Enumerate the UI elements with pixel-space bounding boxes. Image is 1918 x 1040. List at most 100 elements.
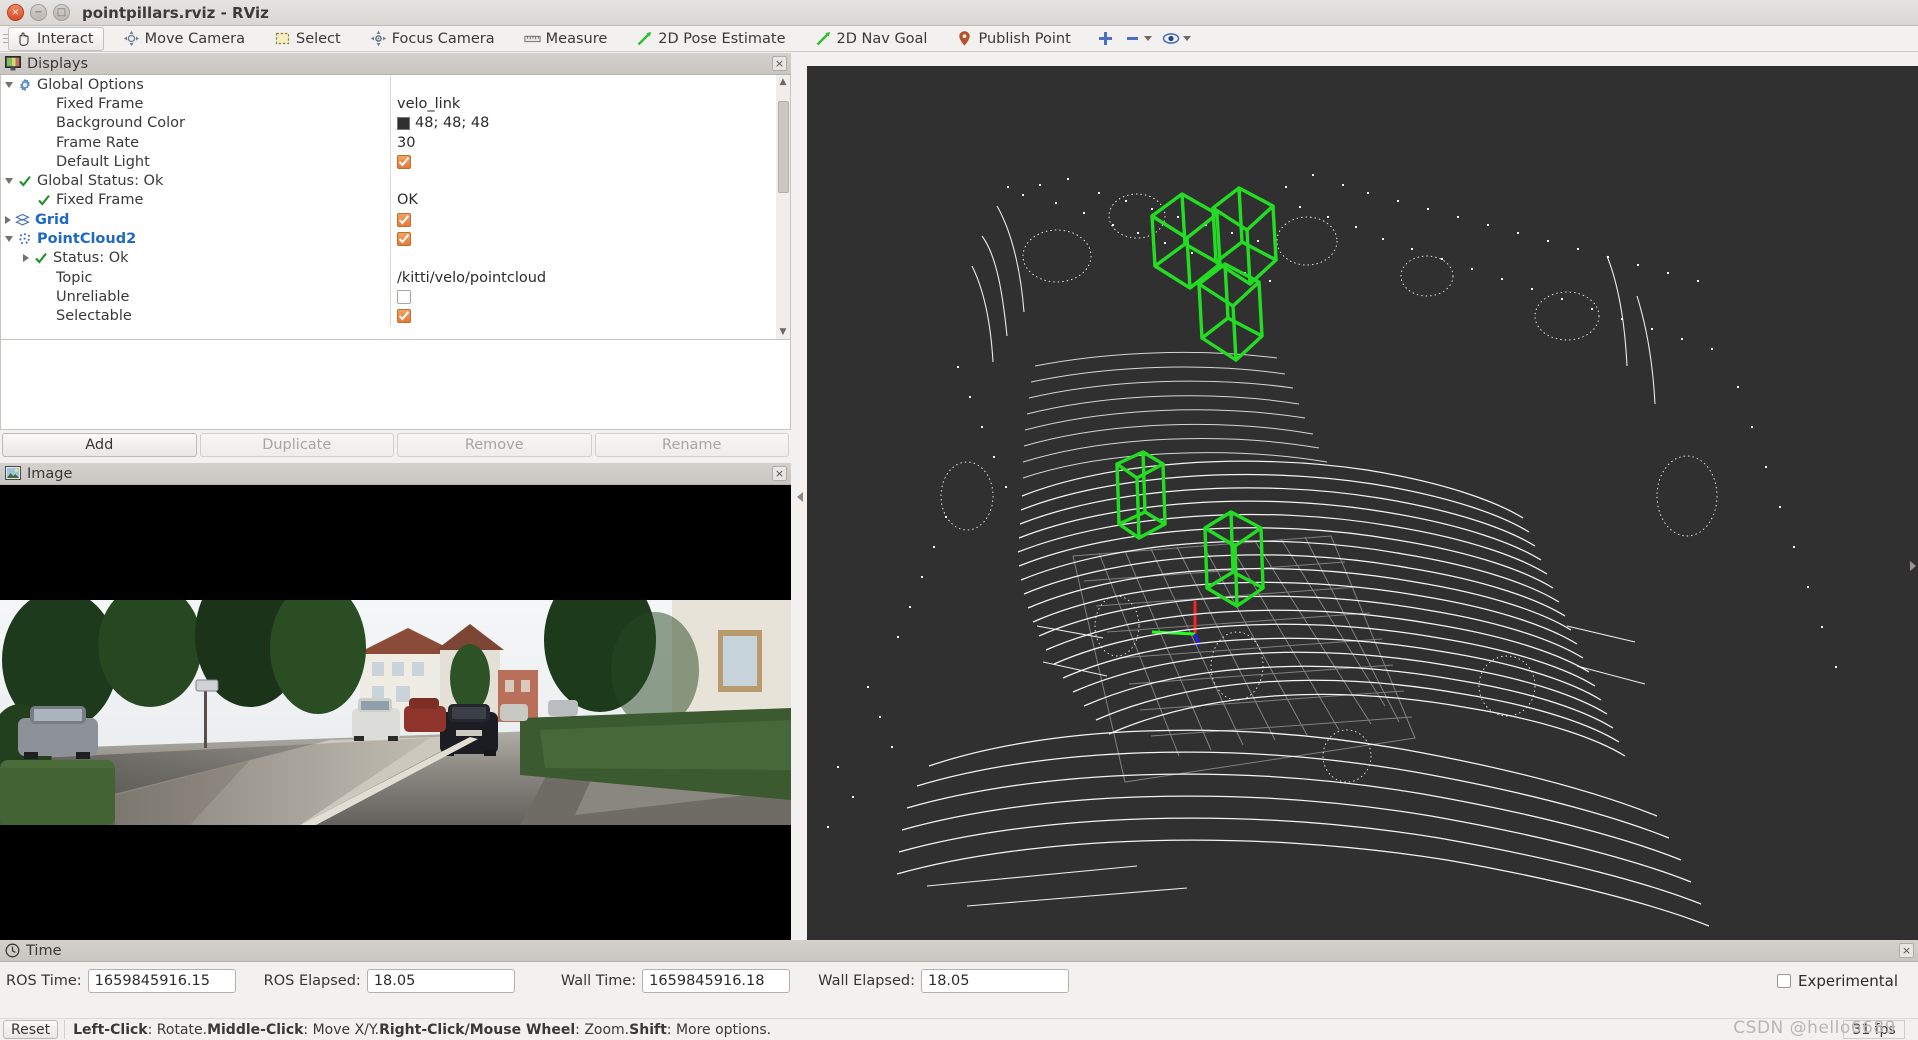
time-field-wall-time[interactable]: 1659845916.18 [642, 969, 791, 993]
image-panel-close-button[interactable]: × [772, 466, 787, 481]
add-display-icon-button[interactable] [1093, 28, 1118, 49]
time-panel-header: Time × [0, 940, 1918, 962]
collapse-left-icon[interactable] [796, 491, 803, 502]
hint-segment: Left-Click [73, 1021, 148, 1038]
toolbar-button-select[interactable]: Select [267, 27, 351, 51]
time-field-ros-elapsed[interactable]: 18.05 [366, 969, 515, 993]
display-tree-row[interactable]: Selectable [1, 306, 790, 326]
panel-splitter[interactable] [793, 53, 806, 940]
tree-row-value-cell[interactable]: 48; 48; 48 [390, 113, 790, 133]
close-icon: × [11, 6, 20, 18]
tree-row-value-cell[interactable] [390, 210, 790, 230]
display-tree-row[interactable]: Fixed Frame OK [1, 190, 790, 211]
tree-row-checkbox[interactable] [397, 289, 411, 304]
tree-row-value-cell[interactable] [390, 152, 790, 172]
display-tree-row[interactable]: Default Light [1, 152, 790, 172]
display-tree-row[interactable]: Frame Rate 30 [1, 132, 790, 153]
tree-row-value-cell[interactable]: 30 [390, 132, 790, 153]
time-panel-close-button[interactable]: × [1899, 943, 1914, 958]
toolbar-button-interact[interactable]: Interact [8, 26, 104, 51]
chevron-right-icon[interactable] [5, 215, 11, 224]
remove-display-icon-button[interactable] [1120, 28, 1156, 49]
chevron-down-icon[interactable] [1143, 36, 1152, 41]
time-field-value: 18.05 [373, 973, 416, 989]
chevron-down-icon[interactable] [5, 178, 13, 185]
chevron-down-icon[interactable] [1182, 36, 1191, 41]
visibility-icon-button[interactable] [1158, 28, 1195, 49]
close-icon: × [774, 57, 785, 70]
display-tree-row[interactable]: Global Status: Ok [1, 171, 790, 191]
toolbar-button-move-camera[interactable]: Move Camera [116, 27, 255, 51]
camera-image-view[interactable]: KITTI residential street camera view wit… [0, 485, 791, 940]
display-tree-row[interactable]: Unreliable [1, 287, 790, 307]
tree-row-label: Global Options [37, 76, 144, 93]
tree-row-value-cell[interactable] [390, 229, 790, 249]
tree-row-value-cell[interactable] [390, 75, 790, 95]
tree-row-checkbox[interactable] [397, 309, 411, 324]
display-tree-row[interactable]: Status: Ok [1, 248, 790, 268]
tree-row-name-cell: Global Options [1, 75, 390, 94]
toolbar-drag-handle[interactable] [0, 26, 8, 52]
reset-button-label: Reset [11, 1021, 51, 1038]
experimental-toggle[interactable]: Experimental [1776, 972, 1912, 990]
minimize-icon: − [34, 6, 43, 18]
displays-panel-header: Displays × [0, 53, 791, 75]
green-arrow-icon [815, 30, 832, 47]
3d-render-view[interactable] [807, 66, 1918, 940]
toolbar-button-focus-camera[interactable]: Focus Camera [363, 27, 505, 51]
scroll-up-arrow-icon[interactable]: ▲ [777, 76, 789, 88]
display-tree-row[interactable]: Global Options [1, 75, 790, 95]
window-minimize-button[interactable]: − [30, 4, 47, 21]
tree-row-value-cell[interactable]: OK [390, 190, 790, 211]
collapse-right-icon[interactable] [1910, 561, 1916, 571]
map-pin-icon [956, 30, 973, 47]
tree-row-checkbox[interactable] [397, 232, 411, 247]
display-tree-row[interactable]: PointCloud2 [1, 229, 790, 249]
toolbar-button-publish-point[interactable]: Publish Point [949, 27, 1080, 51]
toolbar-button-2d-pose-estimate[interactable]: 2D Pose Estimate [629, 27, 795, 51]
reset-button[interactable]: Reset [3, 1020, 59, 1039]
tree-row-name-cell: Default Light [1, 152, 390, 171]
tree-row-value-cell[interactable]: velo_link [390, 94, 790, 114]
toolbar-button-measure[interactable]: Measure [517, 27, 618, 51]
displays-add-button[interactable]: Add [2, 433, 197, 457]
scroll-down-arrow-icon[interactable]: ▼ [777, 326, 789, 338]
tree-row-label: Global Status: Ok [37, 173, 164, 190]
tree-row-value-cell[interactable] [390, 287, 790, 307]
monitor-icon [5, 56, 21, 71]
check-green-icon [17, 174, 32, 189]
tree-row-value-cell[interactable] [390, 171, 790, 191]
display-tree-row[interactable]: Topic/kitti/velo/pointcloud [1, 267, 790, 288]
tree-row-name-cell: Selectable [1, 307, 390, 326]
window-close-button[interactable]: × [7, 4, 24, 21]
display-tree-row[interactable]: Fixed Frame velo_link [1, 94, 790, 114]
displays-panel-close-button[interactable]: × [772, 56, 787, 71]
tree-row-value-cell[interactable]: /kitti/velo/pointcloud [390, 267, 790, 288]
toolbar-button-2d-nav-goal[interactable]: 2D Nav Goal [808, 27, 938, 51]
displays-duplicate-button: Duplicate [199, 433, 394, 457]
displays-tree[interactable]: Global Options Fixed Frame velo_link Backgr… [1, 75, 790, 326]
tree-icon-placeholder [36, 96, 51, 111]
time-field-wall-elapsed[interactable]: 18.05 [920, 969, 1069, 993]
tree-row-name-cell: Grid [1, 210, 390, 229]
scrollbar-thumb[interactable] [778, 101, 789, 193]
chevron-down-icon[interactable] [5, 81, 13, 88]
tree-row-checkbox[interactable] [397, 212, 411, 227]
displays-scrollbar[interactable]: ▲ ▼ [776, 75, 790, 339]
hint-segment: : More options. [666, 1021, 772, 1038]
time-field-ros-time[interactable]: 1659845916.15 [87, 969, 236, 993]
tree-row-value: velo_link [397, 95, 461, 112]
display-tree-row[interactable]: Grid [1, 210, 790, 230]
tree-row-value-cell[interactable] [390, 306, 790, 326]
tree-icon-placeholder [36, 135, 51, 150]
tree-row-value-cell[interactable] [390, 248, 790, 268]
experimental-checkbox[interactable] [1776, 974, 1791, 988]
window-maximize-button[interactable]: □ [53, 4, 70, 21]
display-tree-row[interactable]: Background Color 48; 48; 48 [1, 113, 790, 133]
tree-row-checkbox[interactable] [397, 154, 411, 169]
displays-tree-container[interactable]: Global Options Fixed Frame velo_link Backgr… [0, 75, 791, 340]
chevron-down-icon[interactable] [5, 236, 13, 243]
color-swatch[interactable] [397, 116, 410, 130]
tree-icon-placeholder [36, 270, 51, 285]
chevron-right-icon[interactable] [23, 254, 29, 263]
